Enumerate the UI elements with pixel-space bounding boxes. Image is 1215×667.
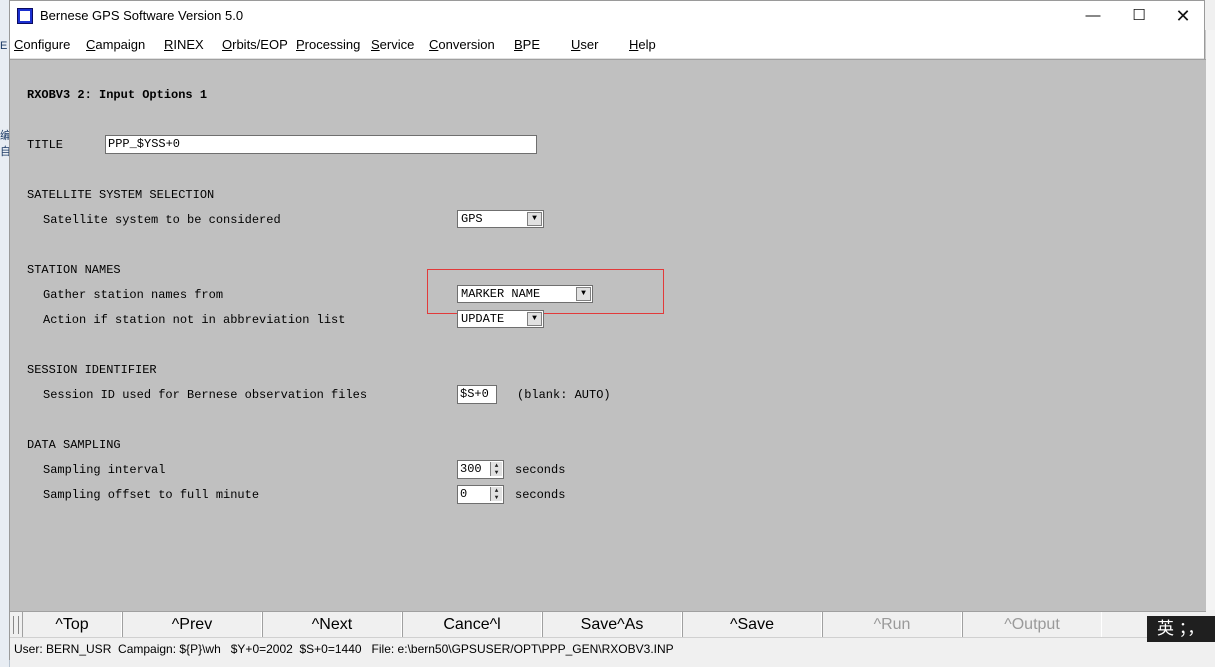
app-window: Bernese GPS Software Version 5.0 — ☐ ✕ C…: [9, 0, 1206, 661]
spinner-arrows-icon[interactable]: ▲ ▼: [490, 462, 502, 476]
window-title: Bernese GPS Software Version 5.0: [40, 8, 244, 23]
spinner-arrows-icon[interactable]: ▲ ▼: [490, 487, 502, 501]
run-button[interactable]: ^Run: [822, 612, 962, 638]
menu-processing[interactable]: Processing: [296, 37, 360, 52]
sampling-interval-label: Sampling interval: [43, 463, 166, 477]
status-bar: User: BERN_USR Campaign: ${P}\wh $Y+0=20…: [10, 637, 1206, 661]
status-text: User: BERN_USR Campaign: ${P}\wh $Y+0=20…: [14, 642, 674, 656]
menu-conversion[interactable]: Conversion: [429, 37, 495, 52]
satellite-system-select[interactable]: GPS ▼: [457, 210, 544, 228]
menu-orbits-eop[interactable]: Orbits/EOP: [222, 37, 288, 52]
app-icon: [17, 8, 33, 24]
menu-bar: Configure Campaign RINEX Orbits/EOP Proc…: [10, 31, 1204, 59]
minimize-button[interactable]: —: [1070, 1, 1116, 31]
menu-help[interactable]: Help: [629, 37, 656, 52]
ime-indicator[interactable]: 英 ；，: [1147, 616, 1215, 642]
sampling-offset-input[interactable]: 0 ▲ ▼: [457, 485, 504, 504]
dropdown-arrow-icon[interactable]: ▼: [527, 212, 542, 226]
save-button[interactable]: ^Save: [682, 612, 822, 638]
title-input[interactable]: PPP_$YSS+0: [105, 135, 537, 154]
sampling-offset-value: 0: [460, 487, 468, 501]
next-button[interactable]: ^Next: [262, 612, 402, 638]
highlight-annotation: [427, 269, 664, 314]
satellite-system-value: GPS: [461, 212, 483, 226]
title-bar[interactable]: Bernese GPS Software Version 5.0 — ☐ ✕: [10, 1, 1204, 31]
sampling-interval-unit: seconds: [515, 463, 566, 477]
sampling-offset-label: Sampling offset to full minute: [43, 488, 260, 502]
maximize-button[interactable]: ☐: [1116, 1, 1162, 31]
panel-heading: RXOBV3 2: Input Options 1: [27, 88, 208, 102]
session-id-label: Session ID used for Bernese observation …: [43, 388, 368, 402]
session-section-title: SESSION IDENTIFIER: [27, 363, 157, 377]
button-bar: ^Top ^Prev ^Next Cance^l Save^As ^Save ^…: [10, 611, 1206, 638]
station-action-value: UPDATE: [461, 312, 505, 326]
menu-service[interactable]: Service: [371, 37, 414, 52]
background-window-strip-right: [1205, 30, 1215, 610]
sampling-interval-input[interactable]: 300 ▲ ▼: [457, 460, 504, 479]
satellite-system-label: Satellite system to be considered: [43, 213, 281, 227]
prev-button[interactable]: ^Prev: [122, 612, 262, 638]
input-panel: RXOBV3 2: Input Options 1 TITLE PPP_$YSS…: [10, 59, 1206, 611]
close-button[interactable]: ✕: [1160, 1, 1206, 31]
menu-bpe[interactable]: BPE: [514, 37, 540, 52]
menu-user[interactable]: User: [571, 37, 598, 52]
session-id-hint: (blank: AUTO): [517, 388, 611, 402]
session-id-input[interactable]: $S+0: [457, 385, 497, 404]
sampling-offset-unit: seconds: [515, 488, 566, 502]
menu-campaign[interactable]: Campaign: [86, 37, 145, 52]
satellite-section-title: SATELLITE SYSTEM SELECTION: [27, 188, 215, 202]
sampling-interval-value: 300: [460, 462, 482, 476]
cancel-button[interactable]: Cance^l: [402, 612, 542, 638]
station-action-select[interactable]: UPDATE ▼: [457, 310, 544, 328]
gather-station-label: Gather station names from: [43, 288, 224, 302]
menu-rinex[interactable]: RINEX: [164, 37, 204, 52]
station-action-label: Action if station not in abbreviation li…: [43, 313, 346, 327]
sampling-section-title: DATA SAMPLING: [27, 438, 121, 452]
dropdown-arrow-icon[interactable]: ▼: [527, 312, 542, 326]
grip-handle-icon: [13, 616, 19, 634]
save-as-button[interactable]: Save^As: [542, 612, 682, 638]
station-section-title: STATION NAMES: [27, 263, 121, 277]
top-button[interactable]: ^Top: [22, 612, 122, 638]
output-button[interactable]: ^Output: [962, 612, 1102, 638]
menu-configure[interactable]: Configure: [14, 37, 70, 52]
title-label: TITLE: [27, 138, 64, 152]
